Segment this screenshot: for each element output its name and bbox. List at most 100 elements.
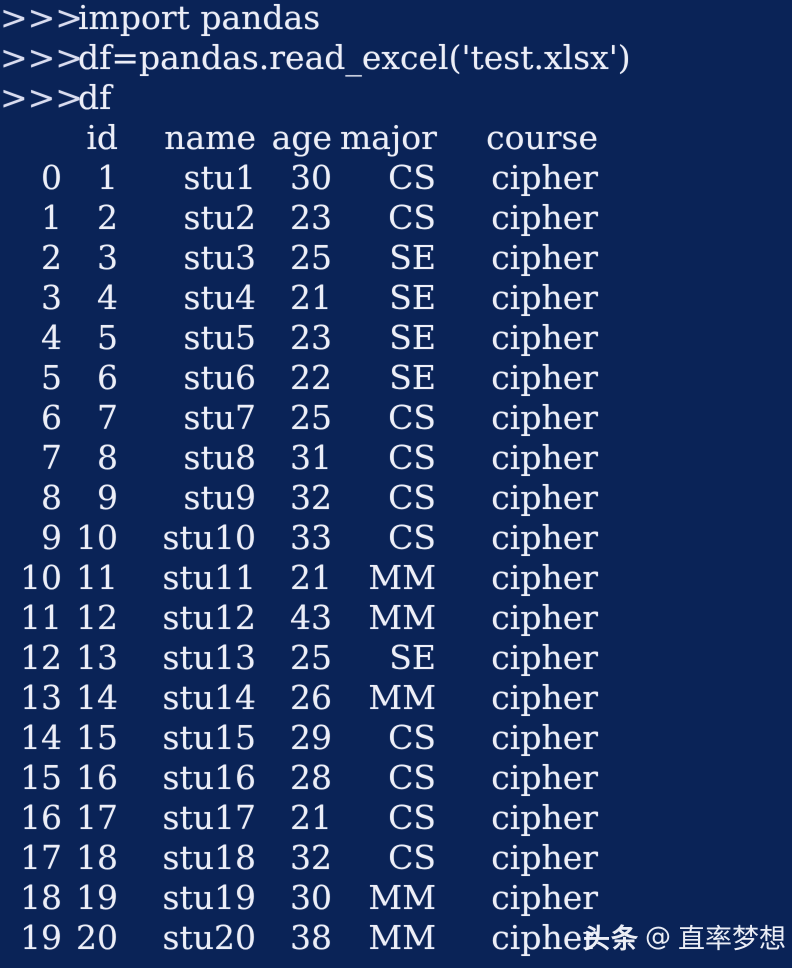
cell-age: 38 [290, 918, 332, 957]
cell-index: 15 [20, 758, 62, 797]
cell-course: cipher [491, 558, 598, 597]
cell-major: CS [388, 438, 436, 477]
cell-course: cipher [491, 878, 598, 917]
cell-age: 21 [290, 798, 332, 837]
cell-major: CS [388, 398, 436, 437]
cell-age: 25 [290, 238, 332, 277]
table-row: 17 18 stu18 32 CS cipher [0, 838, 792, 878]
cell-index: 6 [41, 398, 62, 437]
table-row: 18 19 stu19 30 MM cipher [0, 878, 792, 918]
cell-major: CS [388, 758, 436, 797]
cell-major: CS [388, 838, 436, 877]
cell-age: 31 [290, 438, 332, 477]
command-line-read-excel: >>>df=pandas.read_excel('test.xlsx') [0, 38, 792, 78]
header-course: course [486, 118, 598, 157]
header-major: major [340, 118, 437, 157]
cell-age: 23 [290, 318, 332, 357]
cell-id: 15 [76, 718, 118, 757]
table-row: 2 3 stu3 25 SE cipher [0, 238, 792, 278]
cell-index: 11 [20, 598, 62, 637]
cell-name: stu9 [183, 478, 256, 517]
cell-major: CS [388, 798, 436, 837]
cell-age: 21 [290, 278, 332, 317]
cell-name: stu8 [183, 438, 256, 477]
table-row: 5 6 stu6 22 SE cipher [0, 358, 792, 398]
cell-id: 17 [76, 798, 118, 837]
cell-name: stu4 [183, 278, 256, 317]
table-row: 19 20 stu20 38 MM cipher [0, 918, 792, 958]
cell-name: stu7 [183, 398, 256, 437]
prompt-symbol: >>> [0, 38, 83, 77]
cell-name: stu6 [183, 358, 256, 397]
cell-id: 13 [76, 638, 118, 677]
cell-course: cipher [491, 278, 598, 317]
cell-course: cipher [491, 438, 598, 477]
python-repl-terminal: >>>import pandas >>>df=pandas.read_excel… [0, 0, 792, 968]
cell-index: 16 [20, 798, 62, 837]
cell-major: SE [389, 638, 436, 677]
table-row: 11 12 stu12 43 MM cipher [0, 598, 792, 638]
cell-name: stu19 [162, 878, 256, 917]
cell-id: 1 [97, 158, 118, 197]
cell-major: CS [388, 718, 436, 757]
cell-name: stu5 [183, 318, 256, 357]
cell-name: stu13 [162, 638, 256, 677]
dataframe-rows: 0 1 stu1 30 CS cipher 1 2 stu2 23 CS cipher 2 3 stu3 25… [0, 158, 792, 958]
command-text: df [78, 78, 112, 117]
cell-name: stu1 [183, 158, 256, 197]
cell-index: 10 [20, 558, 62, 597]
cell-course: cipher [491, 478, 598, 517]
cell-index: 3 [41, 278, 62, 317]
cell-name: stu15 [162, 718, 256, 757]
cell-name: stu18 [162, 838, 256, 877]
cell-id: 19 [76, 878, 118, 917]
cell-name: stu11 [162, 558, 256, 597]
table-row: 13 14 stu14 26 MM cipher [0, 678, 792, 718]
cell-age: 30 [290, 878, 332, 917]
header-name: name [164, 118, 256, 157]
cell-course: cipher [491, 198, 598, 237]
table-row: 6 7 stu7 25 CS cipher [0, 398, 792, 438]
cell-major: CS [388, 518, 436, 557]
cell-major: SE [389, 238, 436, 277]
cell-index: 14 [20, 718, 62, 757]
cell-major: SE [389, 358, 436, 397]
cell-id: 5 [97, 318, 118, 357]
cell-course: cipher [491, 158, 598, 197]
table-row: 10 11 stu11 21 MM cipher [0, 558, 792, 598]
cell-id: 18 [76, 838, 118, 877]
cell-id: 4 [97, 278, 118, 317]
cell-course: cipher [491, 838, 598, 877]
cell-course: cipher [491, 238, 598, 277]
cell-index: 8 [41, 478, 62, 517]
cell-age: 43 [290, 598, 332, 637]
cell-major: MM [368, 558, 436, 597]
cell-major: SE [389, 278, 436, 317]
cell-major: MM [368, 678, 436, 717]
cell-index: 4 [41, 318, 62, 357]
cell-name: stu2 [183, 198, 256, 237]
cell-id: 7 [97, 398, 118, 437]
table-row: 16 17 stu17 21 CS cipher [0, 798, 792, 838]
cell-major: MM [368, 918, 436, 957]
console-output: >>>import pandas >>>df=pandas.read_excel… [0, 0, 792, 968]
cell-index: 2 [41, 238, 62, 277]
cell-major: CS [388, 158, 436, 197]
cell-age: 21 [290, 558, 332, 597]
cell-major: SE [389, 318, 436, 357]
cell-age: 28 [290, 758, 332, 797]
cell-id: 2 [97, 198, 118, 237]
cell-index: 1 [41, 198, 62, 237]
cell-index: 12 [20, 638, 62, 677]
cell-index: 9 [41, 518, 62, 557]
cell-name: stu16 [162, 758, 256, 797]
cell-major: MM [368, 878, 436, 917]
cell-course: cipher [491, 718, 598, 757]
cell-age: 25 [290, 398, 332, 437]
cell-age: 29 [290, 718, 332, 757]
table-row: 14 15 stu15 29 CS cipher [0, 718, 792, 758]
cell-age: 25 [290, 638, 332, 677]
cell-course: cipher [491, 598, 598, 637]
cell-course: cipher [491, 318, 598, 357]
table-row: 15 16 stu16 28 CS cipher [0, 758, 792, 798]
